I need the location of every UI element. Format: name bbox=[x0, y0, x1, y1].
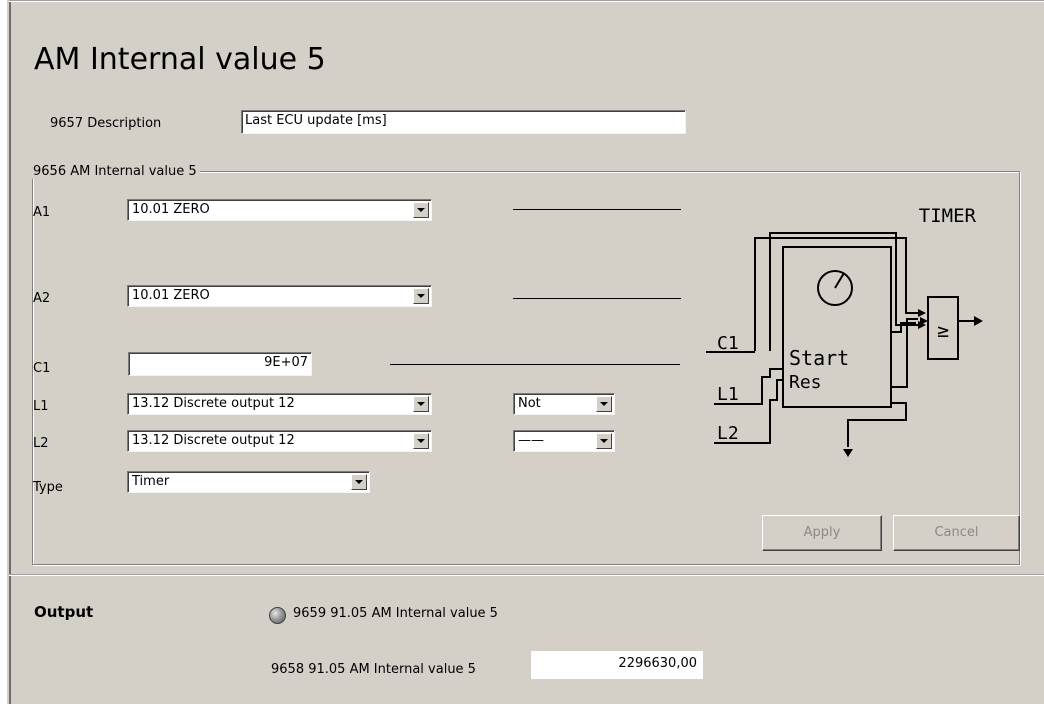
l2-modifier-select[interactable]: —— bbox=[513, 430, 615, 452]
diagram-l1-label: L1 bbox=[717, 384, 739, 405]
a2-select[interactable]: 10.01 ZERO bbox=[127, 285, 432, 307]
page-title: AM Internal value 5 bbox=[34, 42, 326, 77]
c1-connector-line bbox=[390, 364, 680, 365]
top-separator bbox=[9, 0, 1044, 2]
type-select[interactable]: Timer bbox=[127, 471, 370, 493]
l2-select-value: 13.12 Discrete output 12 bbox=[132, 433, 295, 448]
output-value-label: 9658 91.05 AM Internal value 5 bbox=[271, 662, 476, 677]
l2-select[interactable]: 13.12 Discrete output 12 bbox=[127, 430, 432, 452]
group-legend: 9656 AM Internal value 5 bbox=[30, 164, 200, 179]
output-separator bbox=[9, 574, 1044, 576]
l1-label: L1 bbox=[33, 399, 49, 414]
a2-label: A2 bbox=[33, 291, 51, 306]
left-divider bbox=[9, 0, 11, 704]
l1-dropdown-arrow-icon[interactable] bbox=[413, 396, 429, 412]
a1-select-value: 10.01 ZERO bbox=[132, 202, 210, 217]
output-status-label: 9659 91.05 AM Internal value 5 bbox=[293, 606, 498, 621]
diagram-compare-symbol: ≥ bbox=[937, 318, 949, 342]
a2-connector-line bbox=[513, 298, 681, 299]
a1-select[interactable]: 10.01 ZERO bbox=[127, 199, 432, 221]
l2-dropdown-arrow-icon[interactable] bbox=[413, 433, 429, 449]
diagram-c1-label: C1 bbox=[717, 333, 739, 354]
apply-button[interactable]: Apply bbox=[762, 515, 882, 551]
l2-modifier-value: —— bbox=[518, 433, 544, 448]
description-label: 9657 Description bbox=[50, 116, 162, 131]
status-led-icon bbox=[269, 607, 286, 624]
left-edge bbox=[0, 0, 7, 704]
type-dropdown-arrow-icon[interactable] bbox=[351, 474, 367, 490]
c1-input[interactable]: 9E+07 bbox=[128, 352, 312, 376]
l1-modifier-select[interactable]: Not bbox=[513, 393, 615, 415]
output-label: Output bbox=[34, 603, 94, 621]
diagram-wiring bbox=[706, 232, 974, 447]
description-field[interactable]: Last ECU update [ms] bbox=[241, 110, 686, 134]
arrow-heads bbox=[843, 309, 983, 457]
l1-select-value: 13.12 Discrete output 12 bbox=[132, 396, 295, 411]
diagram-res-label: Res bbox=[789, 372, 822, 393]
diagram-title: TIMER bbox=[919, 205, 977, 227]
type-label: Type bbox=[33, 480, 63, 495]
l2-label: L2 bbox=[33, 436, 49, 451]
l1-modifier-value: Not bbox=[518, 396, 541, 411]
diagram-l2-label: L2 bbox=[717, 423, 739, 444]
a1-label: A1 bbox=[33, 205, 51, 220]
timer-diagram: TIMER Start Res C1 L1 L2 ≥ bbox=[706, 205, 983, 457]
diagram-start-label: Start bbox=[789, 346, 849, 370]
a1-dropdown-arrow-icon[interactable] bbox=[413, 202, 429, 218]
type-select-value: Timer bbox=[132, 474, 170, 489]
l1-modifier-arrow-icon[interactable] bbox=[596, 396, 612, 412]
a2-select-value: 10.01 ZERO bbox=[132, 288, 210, 303]
a1-connector-line bbox=[513, 209, 681, 210]
cancel-button[interactable]: Cancel bbox=[893, 515, 1020, 551]
l1-select[interactable]: 13.12 Discrete output 12 bbox=[127, 393, 432, 415]
a2-dropdown-arrow-icon[interactable] bbox=[413, 288, 429, 304]
c1-label: C1 bbox=[33, 361, 51, 376]
output-value-field: 2296630,00 bbox=[531, 651, 703, 679]
l2-modifier-arrow-icon[interactable] bbox=[596, 433, 612, 449]
